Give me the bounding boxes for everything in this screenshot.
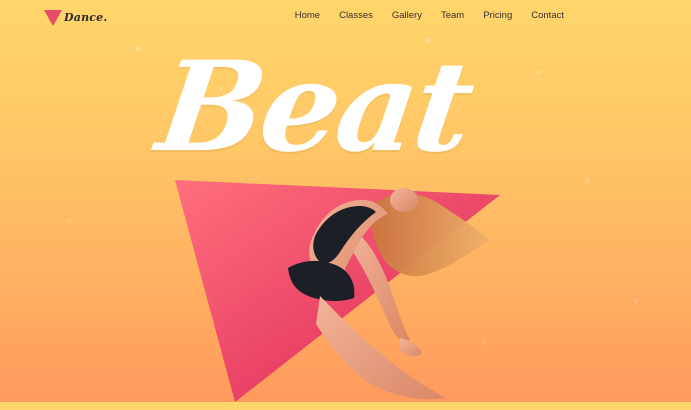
triangle-logo-mark-icon: [44, 10, 62, 26]
brand-logo[interactable]: Dance.: [44, 7, 108, 31]
nav-classes[interactable]: Classes: [339, 10, 373, 21]
nav-contact[interactable]: Contact: [531, 10, 564, 21]
nav-gallery[interactable]: Gallery: [392, 10, 422, 21]
site-header: Dance. Home Classes Gallery Team Pricing…: [0, 0, 691, 34]
nav-home[interactable]: Home: [295, 10, 320, 21]
nav-team[interactable]: Team: [441, 10, 464, 21]
logo-text: Dance.: [64, 10, 108, 24]
nav-pricing[interactable]: Pricing: [483, 10, 512, 21]
dancer-image: [250, 170, 500, 402]
main-nav: Home Classes Gallery Team Pricing Contac…: [295, 10, 564, 21]
